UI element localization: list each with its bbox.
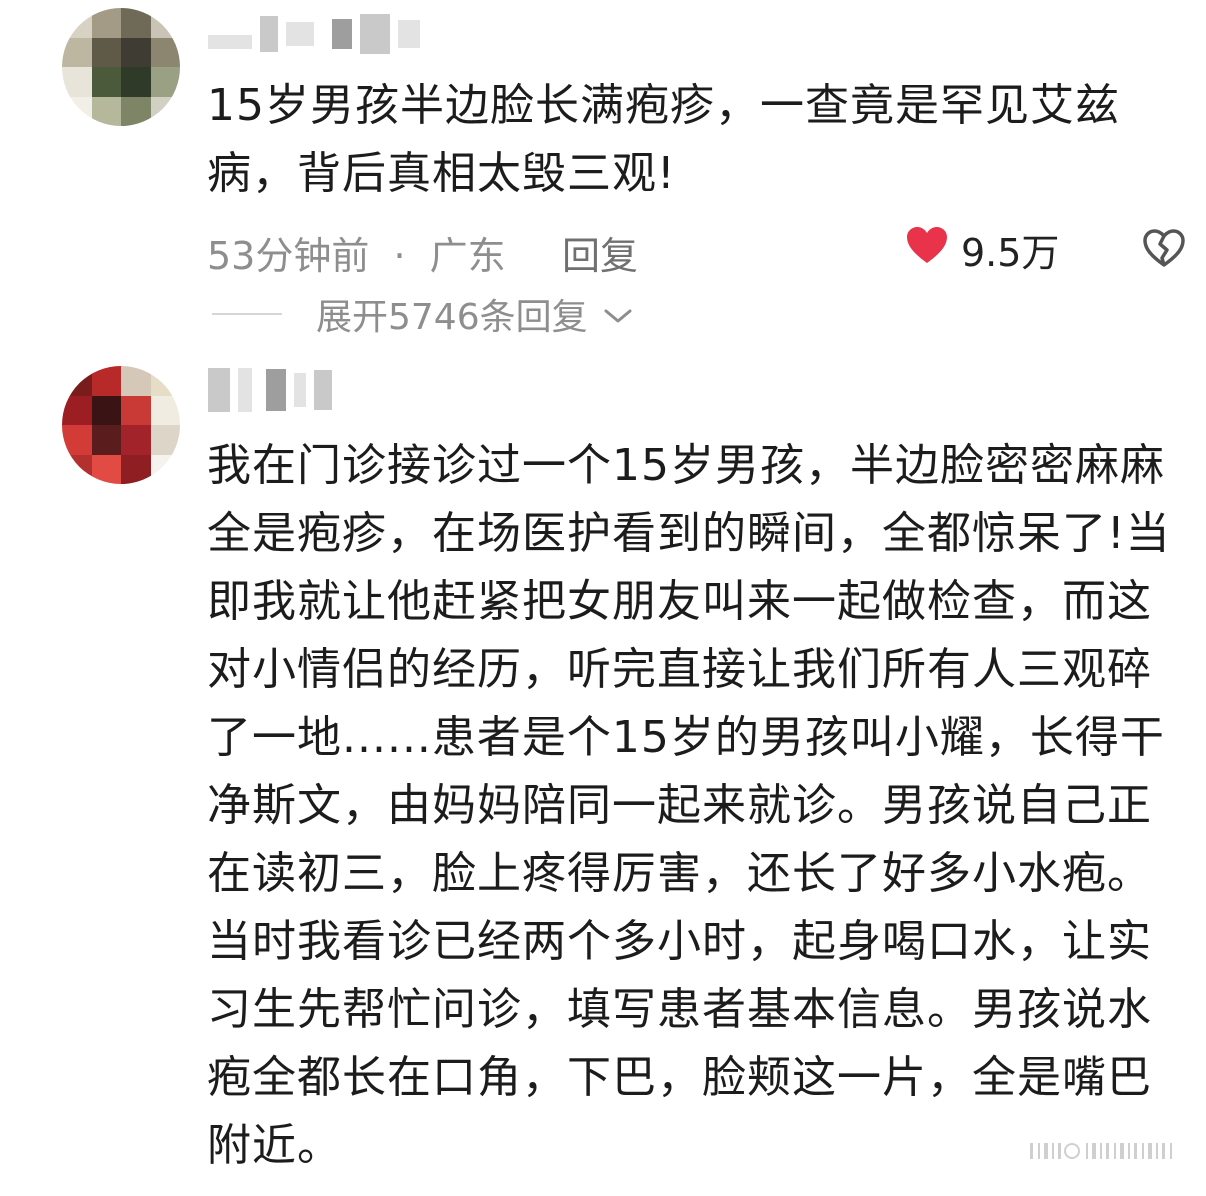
- comment-2: 我在门诊接诊过一个15岁男孩，半边脸密密麻麻全是疱疹，在场医护看到的瞬间，全都惊…: [0, 360, 1206, 1196]
- avatar-mosaic: [62, 8, 180, 126]
- comment-meta: 53分钟前 · 广东: [207, 225, 506, 280]
- redaction-block: [260, 16, 278, 52]
- redaction-block: [238, 368, 252, 412]
- chevron-down-icon: [602, 294, 634, 335]
- redaction-block: [360, 14, 390, 54]
- redaction-block: [294, 373, 306, 407]
- comment-text: 我在门诊接诊过一个15岁男孩，半边脸密密麻麻全是疱疹，在场医护看到的瞬间，全都惊…: [207, 440, 1171, 1171]
- redaction-block: [266, 369, 286, 411]
- reply-button[interactable]: 回复: [562, 225, 638, 280]
- redaction-block: [286, 22, 314, 46]
- redaction-block: [332, 19, 352, 49]
- watermark: [1030, 1140, 1180, 1168]
- comment-location: 广东: [429, 234, 506, 278]
- dislike-button[interactable]: [1142, 228, 1186, 272]
- divider-line: [212, 313, 282, 315]
- username-redacted[interactable]: [208, 368, 332, 412]
- redaction-block: [314, 370, 332, 410]
- heart-icon: [905, 225, 949, 274]
- username-redacted[interactable]: [208, 14, 420, 54]
- comment-text: 15岁男孩半边脸长满疱疹，一查竟是罕见艾兹病，背后真相太毁三观!: [207, 80, 1120, 199]
- avatar[interactable]: [62, 8, 180, 126]
- redaction-block: [208, 35, 252, 49]
- redaction-block: [398, 20, 420, 48]
- comment-1: 15岁男孩半边脸长满疱疹，一查竟是罕见艾兹病，背后真相太毁三观! 53分钟前 ·…: [0, 0, 1206, 350]
- like-count: 9.5万: [961, 231, 1060, 275]
- redaction-block: [208, 368, 230, 412]
- broken-heart-icon: [1142, 229, 1186, 272]
- avatar-mosaic: [62, 366, 180, 484]
- meta-separator: ·: [393, 234, 406, 278]
- expand-replies-label: 展开5746条回复: [316, 297, 588, 338]
- like-button[interactable]: 9.5万: [905, 222, 1059, 277]
- avatar[interactable]: [62, 366, 180, 484]
- expand-replies[interactable]: 展开5746条回复: [212, 288, 634, 340]
- comment-time: 53分钟前: [207, 234, 370, 278]
